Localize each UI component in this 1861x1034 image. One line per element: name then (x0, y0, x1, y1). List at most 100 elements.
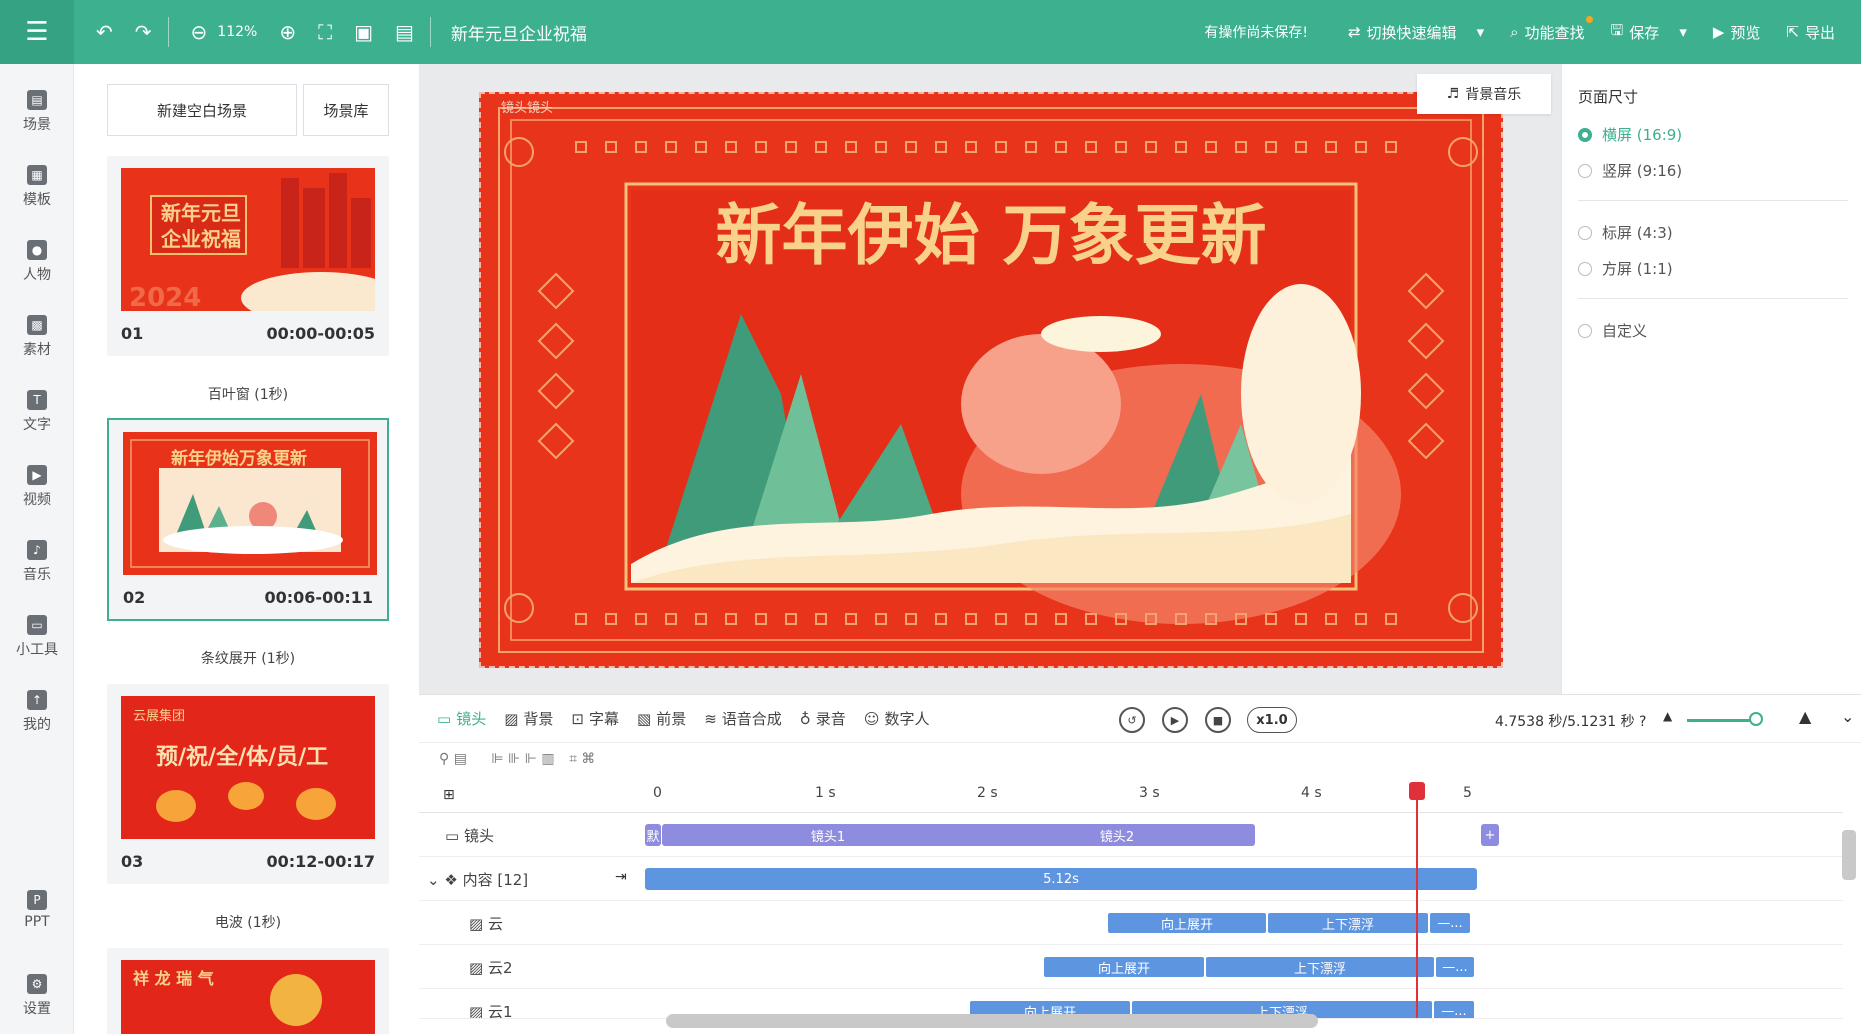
background-icon: ▨ (504, 709, 519, 728)
scene-card-03[interactable]: 云展集团 预/祝/全/体/员/工 03 00:12-00:17 (107, 684, 389, 884)
timeline-horizontal-scrollbar[interactable] (666, 1014, 1318, 1028)
timeline-zoom-slider[interactable] (1687, 719, 1757, 722)
animation-rise[interactable]: 向上展开 (1043, 956, 1205, 978)
tab-subtitle[interactable]: ⊡ 字幕 (571, 708, 619, 729)
chevron-down-icon[interactable]: ⌄ (427, 871, 440, 889)
snap-icon[interactable]: ⌗ (569, 751, 577, 767)
zoom-out-icon[interactable]: ⊖ (191, 20, 208, 44)
scene-card-01[interactable]: 新年元旦 企业祝福 2024 01 00:00-00:05 (107, 156, 389, 356)
lens-clip-1[interactable]: 镜头1 (662, 824, 994, 846)
animation-more[interactable]: —... (1435, 956, 1475, 978)
timeline-vertical-scrollbar[interactable] (1842, 830, 1856, 880)
help-icon[interactable]: ? (1639, 714, 1646, 730)
track-label: ▨ 云1 (469, 1003, 513, 1019)
chevron-down-icon[interactable]: ▾ (1679, 23, 1687, 41)
grid-icon[interactable]: ⊞ (443, 787, 455, 803)
sidebar-item-video[interactable]: ▶ 视频 (0, 465, 74, 509)
slider-knob[interactable] (1749, 712, 1763, 726)
sidebar-item-music[interactable]: ♪ 音乐 (0, 540, 74, 584)
animation-more[interactable]: —... (1433, 1000, 1475, 1018)
scene-transition[interactable]: 条纹展开 (1秒) (107, 648, 389, 668)
switch-quick-edit-button[interactable]: ⇄ 切换快速编辑 ▾ (1348, 22, 1484, 43)
time-ruler[interactable]: ⊞ 0 1 s 2 s 3 s 4 s 5 (419, 777, 1843, 813)
sidebar-item-asset[interactable]: ▩ 素材 (0, 315, 74, 359)
play-icon[interactable]: ▶ (1162, 707, 1188, 733)
filter-icon[interactable]: ⚲ (439, 751, 449, 767)
playback-speed[interactable]: x1.0 (1247, 707, 1297, 733)
content-clip[interactable]: 5.12s (645, 868, 1477, 890)
actual-size-icon[interactable]: ▣ (354, 20, 373, 44)
zoom-level: 112% (217, 24, 258, 40)
tab-tts[interactable]: ≋ 语音合成 (704, 708, 782, 729)
sidebar-item-settings[interactable]: ⚙ 设置 (0, 974, 74, 1018)
scene-card-02[interactable]: 新年伊始万象更新 02 00:06-00:11 (107, 418, 389, 621)
thumb-title: 新年伊始万象更新 (171, 448, 307, 469)
animation-float[interactable]: 上下漂浮 (1205, 956, 1435, 978)
sidebar-item-toolbox[interactable]: ▭ 小工具 (0, 615, 74, 659)
option-landscape[interactable]: 横屏 (16:9) (1578, 124, 1682, 145)
background-music-button[interactable]: ♬ 背景音乐 (1417, 74, 1551, 114)
tab-digital-human[interactable]: ☺ 数字人 (864, 708, 930, 729)
unsaved-notice: 有操作尚未保存! (1204, 25, 1308, 41)
enter-group-icon[interactable]: ⇥ (615, 869, 627, 885)
scene-time-range: 00:06-00:11 (264, 588, 374, 607)
undo-icon[interactable]: ↶ (96, 20, 113, 44)
animation-float[interactable]: 上下漂浮 (1267, 912, 1429, 934)
playhead[interactable] (1416, 782, 1418, 1018)
add-lens-icon[interactable]: + (1481, 824, 1499, 846)
zoom-in-timeline-icon[interactable]: ▲ (1799, 707, 1811, 726)
distribute-icon[interactable]: ▥ (541, 751, 554, 767)
zoom-in-icon[interactable]: ⊕ (279, 20, 296, 44)
search-icon: ⌕ (1510, 23, 1519, 41)
chevron-down-icon[interactable]: ▾ (1477, 23, 1485, 41)
canvas-headline[interactable]: 新年伊始 万象更新 (716, 196, 1267, 274)
option-portrait[interactable]: 竖屏 (9:16) (1578, 160, 1682, 181)
document-title[interactable]: 新年元旦企业祝福 (451, 20, 587, 45)
option-standard[interactable]: 标屏 (4:3) (1578, 222, 1673, 243)
template-view-icon[interactable]: ▤ (395, 20, 414, 44)
subtitle-icon: ⊡ (571, 709, 584, 728)
export-button[interactable]: ⇱ 导出 (1786, 22, 1835, 43)
animation-rise[interactable]: 向上展开 (1107, 912, 1267, 934)
replay-icon[interactable]: ↺ (1119, 707, 1145, 733)
tab-lens[interactable]: ▭ 镜头 (437, 708, 486, 729)
menu-icon[interactable]: ☰ (0, 0, 74, 64)
stop-icon[interactable]: ■ (1205, 707, 1231, 733)
feature-search-button[interactable]: ⌕ 功能查找 (1510, 15, 1593, 43)
align-right-icon[interactable]: ⊩ (525, 751, 537, 767)
redo-icon[interactable]: ↷ (135, 20, 152, 44)
collapse-icon[interactable]: ⌄ (1841, 707, 1854, 726)
stage-canvas[interactable]: 新年伊始 万象更新 镜头镜头 (479, 92, 1503, 668)
preview-button[interactable]: ▶ 预览 (1713, 22, 1761, 43)
sidebar-item-template[interactable]: ▦ 模板 (0, 165, 74, 209)
scene-library-button[interactable]: 场景库 (303, 84, 389, 136)
animation-more[interactable]: —... (1429, 912, 1471, 934)
scene-transition[interactable]: 电波 (1秒) (107, 912, 389, 932)
lens-clip-default[interactable]: 默 (645, 824, 661, 846)
sidebar-item-ppt[interactable]: P PPT (0, 890, 74, 930)
option-square[interactable]: 方屏 (1:1) (1578, 258, 1673, 279)
sidebar-item-my[interactable]: ↑ 我的 (0, 690, 74, 734)
layer-icon[interactable]: ▤ (454, 751, 467, 767)
sidebar-item-scene[interactable]: ▤ 场景 (0, 90, 74, 134)
option-custom[interactable]: 自定义 (1578, 320, 1647, 341)
sidebar-item-person[interactable]: ● 人物 (0, 240, 74, 284)
ruler-label: 0 (653, 785, 662, 801)
ruler-label: 1 s (815, 785, 836, 801)
music-icon: ♪ (27, 540, 47, 560)
zoom-out-timeline-icon[interactable]: ▲ (1663, 709, 1672, 723)
tab-record[interactable]: ♁ 录音 (800, 708, 846, 729)
scene-thumbnail: 新年伊始万象更新 (123, 432, 377, 575)
tab-foreground[interactable]: ▧ 前景 (637, 708, 686, 729)
sidebar-item-text[interactable]: T 文字 (0, 390, 74, 434)
lens-clip-2[interactable]: 镜头2 (979, 824, 1255, 846)
tab-background[interactable]: ▨ 背景 (504, 708, 553, 729)
fit-screen-icon[interactable]: ⛶ (318, 20, 332, 44)
link-icon[interactable]: ⌘ (581, 751, 595, 767)
scene-transition[interactable]: 百叶窗 (1秒) (107, 384, 389, 404)
align-left-icon[interactable]: ⊫ (491, 751, 503, 767)
save-button[interactable]: 🖫 保存 ▾ (1611, 20, 1687, 45)
scene-card-04[interactable]: 祥 龙 瑞 气 (107, 948, 389, 1034)
align-center-icon[interactable]: ⊪ (508, 751, 520, 767)
new-blank-scene-button[interactable]: 新建空白场景 (107, 84, 297, 136)
